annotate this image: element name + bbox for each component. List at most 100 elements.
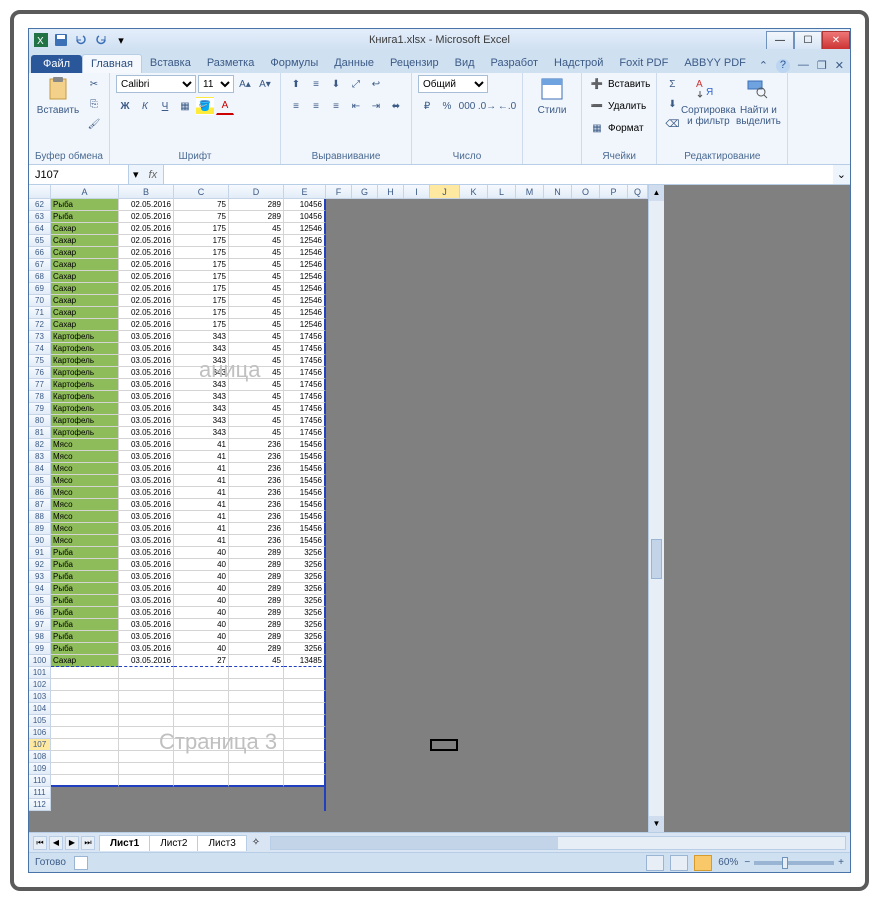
cell[interactable] — [430, 499, 460, 511]
cell[interactable] — [460, 715, 488, 727]
cell[interactable] — [404, 595, 430, 607]
cell[interactable] — [430, 691, 460, 703]
cell[interactable]: 03.05.2016 — [119, 379, 174, 391]
cell[interactable] — [488, 559, 516, 571]
scroll-down-icon[interactable]: ▼ — [649, 816, 664, 832]
cell[interactable] — [229, 667, 284, 679]
cell[interactable] — [488, 583, 516, 595]
row-header[interactable]: 101 — [29, 667, 51, 679]
cell[interactable] — [572, 247, 600, 259]
cell[interactable] — [284, 739, 326, 751]
scroll-up-icon[interactable]: ▲ — [649, 185, 664, 201]
cell[interactable] — [378, 475, 404, 487]
cell[interactable] — [352, 691, 378, 703]
cell[interactable] — [544, 403, 572, 415]
cell[interactable]: 3256 — [284, 631, 326, 643]
cell[interactable] — [378, 499, 404, 511]
cell[interactable] — [516, 499, 544, 511]
tab-foxit pdf[interactable]: Foxit PDF — [611, 54, 676, 73]
cell[interactable] — [404, 571, 430, 583]
cell[interactable] — [326, 415, 352, 427]
cell[interactable]: Рыба — [51, 211, 119, 223]
cell[interactable] — [460, 283, 488, 295]
tab-разметка[interactable]: Разметка — [199, 54, 263, 73]
tab-abbyy pdf[interactable]: ABBYY PDF — [676, 54, 754, 73]
cell[interactable] — [600, 283, 628, 295]
cell[interactable] — [488, 787, 516, 799]
col-header-F[interactable]: F — [326, 185, 352, 199]
cell[interactable] — [430, 211, 460, 223]
cell[interactable] — [600, 487, 628, 499]
cell[interactable] — [284, 787, 326, 799]
cell[interactable] — [628, 583, 648, 595]
cell[interactable] — [600, 211, 628, 223]
col-header-M[interactable]: M — [516, 185, 544, 199]
cell[interactable] — [544, 343, 572, 355]
cell[interactable] — [430, 295, 460, 307]
cell[interactable] — [628, 751, 648, 763]
cell[interactable] — [600, 583, 628, 595]
cell[interactable] — [460, 619, 488, 631]
cell[interactable] — [378, 307, 404, 319]
cell[interactable] — [600, 247, 628, 259]
cell[interactable] — [516, 547, 544, 559]
cell[interactable] — [572, 655, 600, 667]
cell[interactable] — [628, 235, 648, 247]
cell[interactable] — [404, 547, 430, 559]
row-header[interactable]: 91 — [29, 547, 51, 559]
row-header[interactable]: 69 — [29, 283, 51, 295]
cell[interactable] — [572, 727, 600, 739]
cell[interactable] — [544, 643, 572, 655]
row-header[interactable]: 111 — [29, 787, 51, 799]
cell[interactable] — [119, 751, 174, 763]
cell[interactable] — [572, 751, 600, 763]
cell[interactable] — [516, 283, 544, 295]
cell[interactable] — [460, 679, 488, 691]
cell[interactable]: Рыба — [51, 199, 119, 211]
cell[interactable] — [600, 415, 628, 427]
cell[interactable]: 03.05.2016 — [119, 439, 174, 451]
cell[interactable] — [628, 775, 648, 787]
cell[interactable] — [516, 511, 544, 523]
cell[interactable] — [460, 235, 488, 247]
cell[interactable] — [460, 631, 488, 643]
row-header[interactable]: 75 — [29, 355, 51, 367]
cell[interactable] — [600, 619, 628, 631]
cell[interactable] — [488, 391, 516, 403]
cell[interactable] — [352, 499, 378, 511]
cell[interactable] — [430, 631, 460, 643]
cell[interactable] — [488, 535, 516, 547]
cell[interactable]: 15456 — [284, 499, 326, 511]
cell[interactable] — [352, 739, 378, 751]
cell[interactable] — [572, 199, 600, 211]
cell[interactable] — [544, 415, 572, 427]
cell[interactable] — [516, 679, 544, 691]
cell[interactable]: 45 — [229, 235, 284, 247]
cell[interactable] — [352, 775, 378, 787]
row-header[interactable]: 109 — [29, 763, 51, 775]
cell[interactable] — [352, 511, 378, 523]
cell[interactable] — [516, 571, 544, 583]
cell[interactable] — [544, 223, 572, 235]
cell[interactable] — [229, 739, 284, 751]
cell[interactable] — [404, 475, 430, 487]
cell[interactable] — [628, 499, 648, 511]
cell[interactable]: 17456 — [284, 343, 326, 355]
cell[interactable] — [404, 511, 430, 523]
cell[interactable] — [544, 583, 572, 595]
cell[interactable]: 40 — [174, 547, 229, 559]
cell[interactable] — [404, 715, 430, 727]
row-header[interactable]: 96 — [29, 607, 51, 619]
cell[interactable] — [488, 439, 516, 451]
cell[interactable] — [404, 763, 430, 775]
cell[interactable] — [572, 595, 600, 607]
cell[interactable] — [378, 619, 404, 631]
cell[interactable] — [572, 763, 600, 775]
cell[interactable]: 289 — [229, 547, 284, 559]
cell[interactable] — [51, 715, 119, 727]
cell[interactable] — [430, 763, 460, 775]
cell[interactable]: 343 — [174, 427, 229, 439]
cell[interactable] — [544, 391, 572, 403]
cell[interactable] — [600, 331, 628, 343]
cell[interactable] — [488, 487, 516, 499]
